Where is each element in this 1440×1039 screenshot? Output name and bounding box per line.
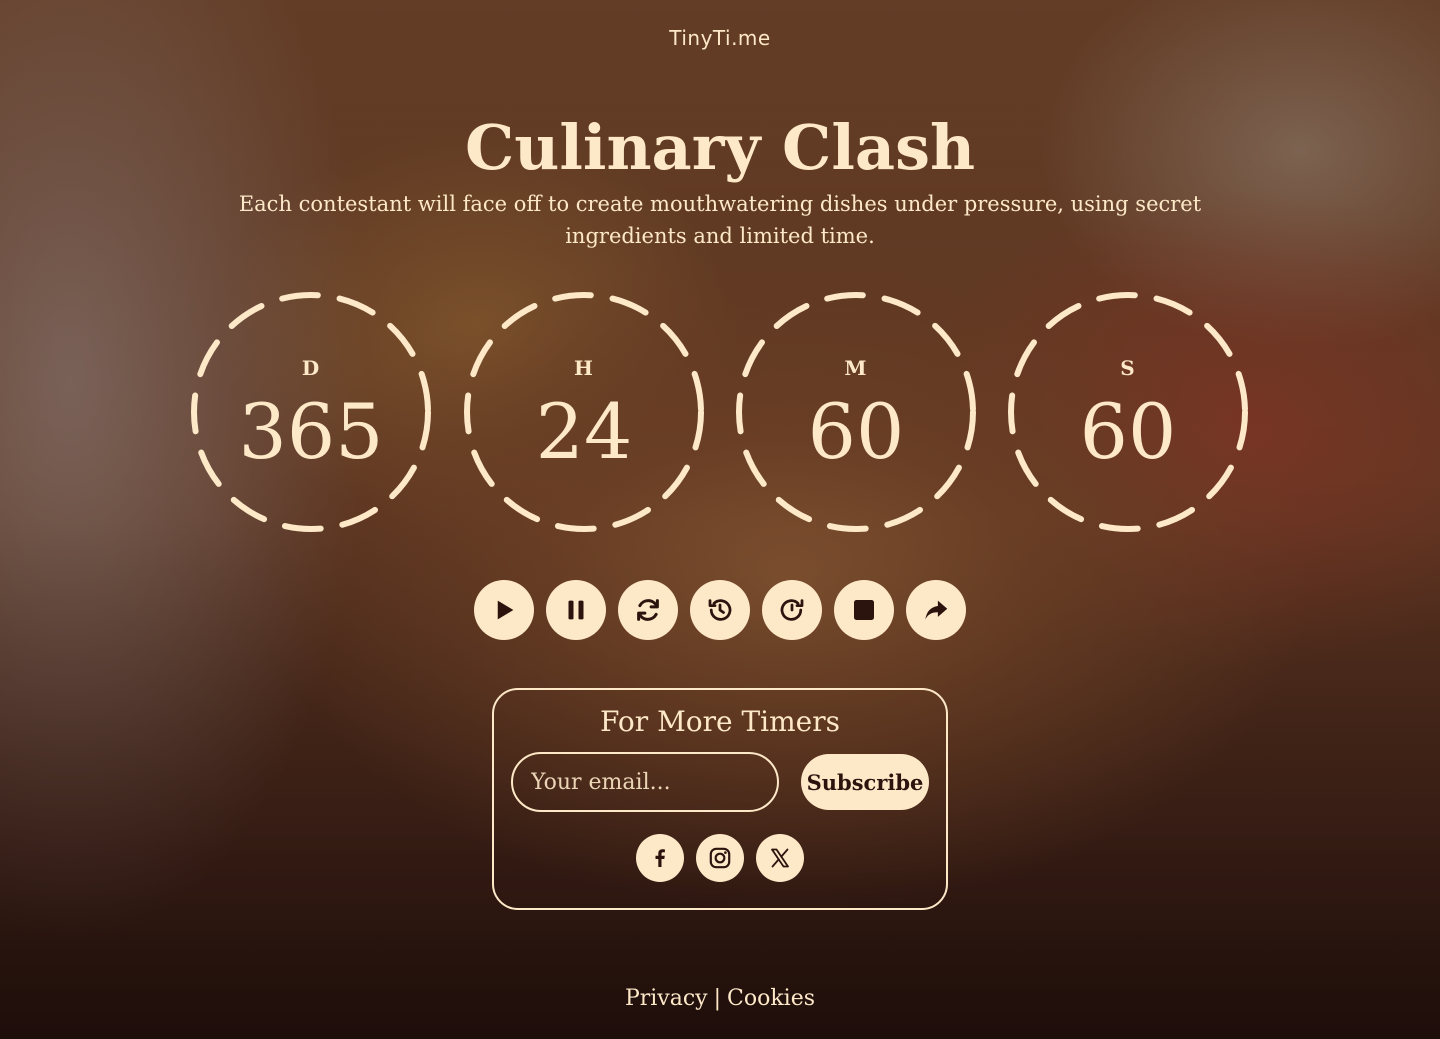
instagram-icon [709, 847, 731, 869]
page-background: TinyTi.me Culinary Clash Each contestant… [0, 0, 1440, 1039]
facebook-link[interactable] [636, 834, 684, 882]
timer-unit-label: M [844, 356, 868, 380]
timer-unit-label: S [1120, 356, 1136, 380]
timer-value: 365 [238, 387, 384, 476]
timer-unit-label: H [574, 356, 594, 380]
play-button[interactable] [474, 580, 534, 640]
share-button[interactable] [906, 580, 966, 640]
pause-icon [568, 600, 584, 620]
email-input[interactable] [511, 752, 779, 812]
subscribe-panel: For More Timers Subscribe [492, 688, 948, 910]
page-title: Culinary Clash [464, 111, 976, 184]
rewind-button[interactable] [690, 580, 750, 640]
timer-hours: H 24 [462, 290, 706, 534]
pause-button[interactable] [546, 580, 606, 640]
stop-icon [854, 600, 874, 620]
x-icon [771, 848, 789, 868]
subscribe-heading: For More Timers [600, 705, 840, 738]
play-icon [497, 600, 514, 620]
clock-forward-icon [780, 599, 804, 621]
subscribe-button[interactable]: Subscribe [801, 754, 929, 810]
forward-button[interactable] [762, 580, 822, 640]
footer: Privacy | Cookies [0, 982, 1440, 1016]
instagram-link[interactable] [696, 834, 744, 882]
footer-separator: | [713, 986, 722, 1011]
timer-seconds: S 60 [1006, 290, 1250, 534]
timer-days: D 365 [189, 290, 433, 534]
brand-logo[interactable]: TinyTi.me [0, 26, 1440, 50]
timer-value: 60 [807, 387, 905, 476]
timer-value: 60 [1079, 387, 1177, 476]
history-icon [708, 599, 732, 621]
facebook-icon [655, 849, 665, 867]
timer-controls [474, 580, 966, 640]
stop-button[interactable] [834, 580, 894, 640]
timer-unit-label: D [301, 356, 321, 380]
x-link[interactable] [756, 834, 804, 882]
share-icon [925, 600, 948, 620]
privacy-link[interactable]: Privacy [625, 986, 708, 1011]
cookies-link[interactable]: Cookies [727, 986, 815, 1011]
timer-minutes: M 60 [734, 290, 978, 534]
refresh-icon [637, 599, 659, 621]
page-description: Each contestant will face off to create … [238, 192, 1202, 248]
restart-button[interactable] [618, 580, 678, 640]
timer-value: 24 [535, 387, 633, 476]
